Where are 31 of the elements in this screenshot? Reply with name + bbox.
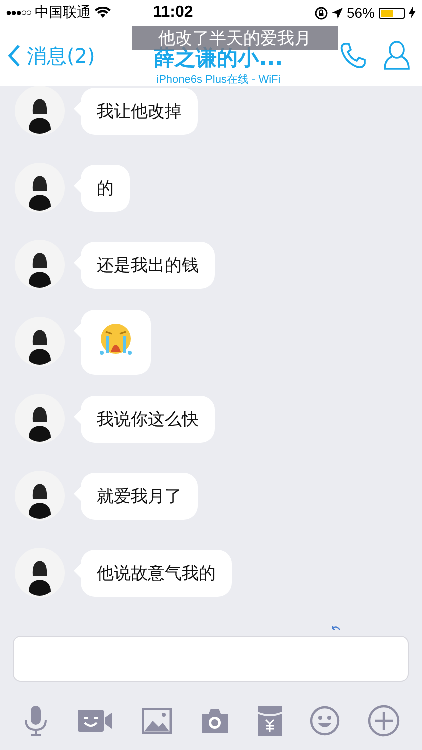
- smiley-icon[interactable]: [310, 706, 340, 736]
- avatar: [15, 163, 65, 213]
- status-time: 11:02: [153, 4, 194, 22]
- avatar: [15, 394, 65, 444]
- envelope-icon[interactable]: [258, 706, 282, 736]
- carrier-name: 中国联通: [35, 4, 92, 22]
- message-input[interactable]: [13, 636, 409, 682]
- add-icon[interactable]: [368, 705, 400, 737]
- undo-arrow-icon: [332, 626, 341, 632]
- camera-icon[interactable]: [200, 708, 230, 734]
- video-call-icon[interactable]: [78, 708, 114, 734]
- battery-percent: 56%: [346, 5, 375, 21]
- chevron-left-icon: [8, 45, 21, 67]
- rotation-lock-icon: [314, 6, 328, 20]
- wifi-icon: [95, 7, 112, 19]
- charging-bolt-icon: [409, 7, 416, 19]
- phone-icon[interactable]: [338, 41, 368, 71]
- profile-icon[interactable]: [382, 40, 412, 72]
- crying-face-icon: [97, 322, 135, 358]
- location-arrow-icon: [332, 8, 343, 18]
- avatar: [15, 240, 65, 290]
- signal-strength: ●●●○○: [6, 8, 32, 18]
- notification-banner: 他改了半天的爱我月: [132, 26, 338, 50]
- battery-icon: [379, 8, 405, 18]
- online-status: iPhone6s Plus在线 - WiFi: [156, 72, 281, 86]
- image-icon[interactable]: [142, 708, 172, 734]
- back-button[interactable]: 消息(2): [8, 42, 96, 70]
- avatar: [15, 317, 65, 367]
- avatar: [15, 548, 65, 598]
- avatar: [15, 471, 65, 521]
- microphone-icon[interactable]: [22, 705, 50, 737]
